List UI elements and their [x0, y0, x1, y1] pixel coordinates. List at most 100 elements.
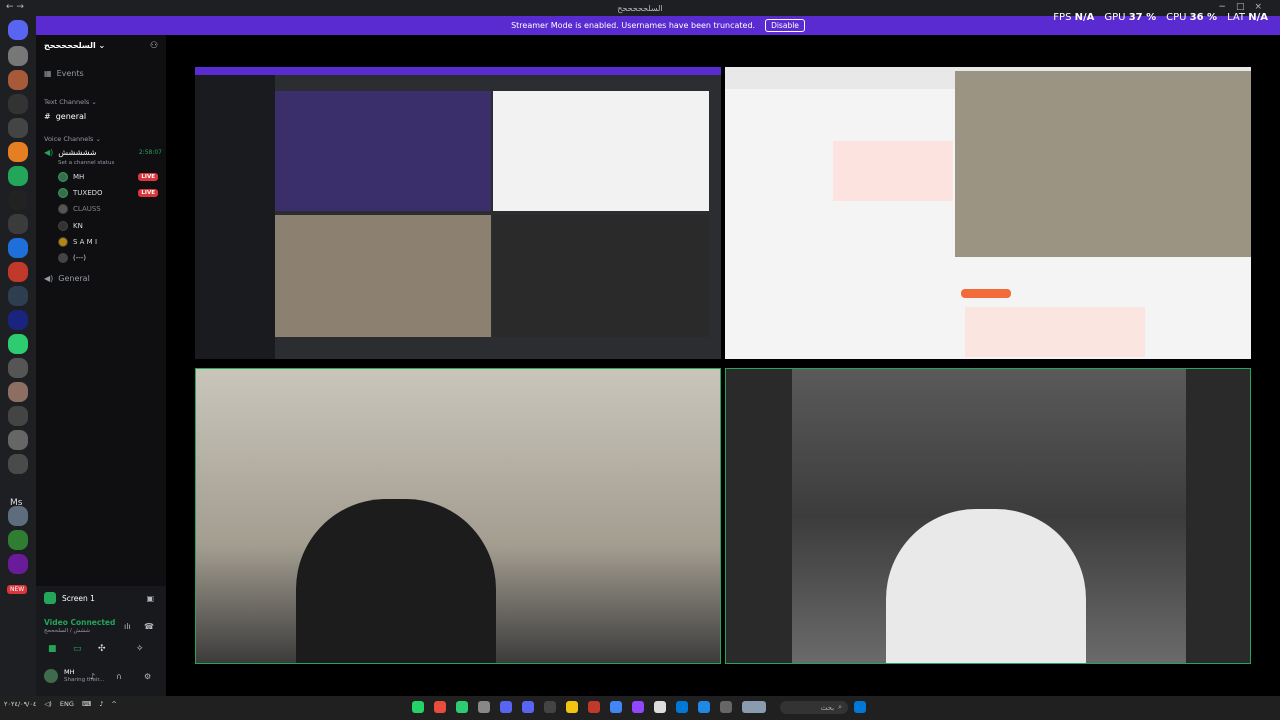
- edge-icon[interactable]: [676, 701, 688, 713]
- server-icon[interactable]: [8, 506, 28, 526]
- disable-button[interactable]: Disable: [765, 19, 805, 32]
- app-icon[interactable]: [720, 701, 732, 713]
- app-icon[interactable]: [632, 701, 644, 713]
- voice-member[interactable]: KN: [58, 221, 158, 231]
- app-icon[interactable]: [456, 701, 468, 713]
- chevron-up-icon[interactable]: ^: [111, 700, 116, 708]
- voice-member[interactable]: CLAUSS: [58, 204, 158, 214]
- activities-icon[interactable]: ✣: [98, 644, 106, 654]
- connection-status[interactable]: Video Connected ششش / السلحححح: [44, 618, 115, 634]
- user-area[interactable]: MH Sharing their...: [44, 668, 104, 683]
- mic-tray-icon[interactable]: ♪: [99, 700, 103, 708]
- server-icon[interactable]: [8, 310, 28, 330]
- banner-message: Streamer Mode is enabled. Usernames have…: [511, 21, 756, 30]
- stream-tile-screenshare-1[interactable]: [195, 67, 721, 359]
- channel-general[interactable]: # general: [44, 112, 86, 121]
- volume-icon[interactable]: ◁): [44, 700, 52, 708]
- start-icon[interactable]: [854, 701, 866, 713]
- server-rail: Ms NEW: [0, 16, 36, 696]
- card-grid: [965, 307, 1145, 357]
- server-icon[interactable]: [8, 286, 28, 306]
- server-icon[interactable]: [8, 238, 28, 258]
- keyboard-icon[interactable]: ⌨: [82, 700, 91, 708]
- server-icon[interactable]: [8, 454, 28, 474]
- language-indicator[interactable]: ENG: [60, 700, 74, 708]
- server-icon[interactable]: [8, 70, 28, 90]
- server-icon[interactable]: [8, 190, 28, 210]
- voice-channel-active[interactable]: ◀) ششششش 2:58:07: [44, 148, 162, 157]
- discord-icon[interactable]: [522, 701, 534, 713]
- live-badge: LIVE: [138, 173, 158, 181]
- discord-home-icon[interactable]: [8, 20, 28, 40]
- avatar: [58, 221, 68, 231]
- app-icon[interactable]: [544, 701, 556, 713]
- voice-channels-category[interactable]: Voice Channels ⌄: [44, 135, 101, 143]
- user-status: Sharing their...: [64, 677, 105, 683]
- taskbar-search[interactable]: بحث ⌕: [780, 701, 848, 714]
- server-icon[interactable]: [8, 382, 28, 402]
- camera-icon[interactable]: ■: [48, 644, 57, 654]
- nested-sidebar: [195, 75, 275, 359]
- events-item[interactable]: ▦ Events: [44, 69, 84, 78]
- hash-icon: #: [44, 112, 51, 121]
- avatar: [58, 172, 68, 182]
- server-icon[interactable]: [8, 358, 28, 378]
- channel-status-hint[interactable]: Set a channel status: [58, 160, 114, 166]
- server-icon[interactable]: [8, 530, 28, 550]
- server-icon[interactable]: [8, 214, 28, 234]
- server-icon[interactable]: [8, 94, 28, 114]
- new-badge: NEW: [7, 585, 28, 594]
- text-channels-category[interactable]: Text Channels ⌄: [44, 98, 97, 106]
- lat-stat: LAT N/A: [1227, 12, 1268, 23]
- window-controls[interactable]: −□×: [1218, 2, 1272, 12]
- server-icon[interactable]: [8, 142, 28, 162]
- server-icon[interactable]: [8, 334, 28, 354]
- voice-member[interactable]: S A M I: [58, 237, 158, 247]
- stream-tile-webcam-left[interactable]: [195, 368, 721, 664]
- stream-grid: [166, 35, 1280, 696]
- app-icon[interactable]: [698, 701, 710, 713]
- server-icon[interactable]: [8, 118, 28, 138]
- nav-arrows-icon[interactable]: ← →: [6, 2, 24, 12]
- screen-share-item[interactable]: Screen 1: [44, 592, 95, 604]
- app-icon[interactable]: [588, 701, 600, 713]
- whatsapp-icon[interactable]: [412, 701, 424, 713]
- noise-suppression-icon[interactable]: ılı: [124, 622, 131, 631]
- stream-tile-screenshare-2[interactable]: [725, 67, 1251, 359]
- voice-member[interactable]: (---): [58, 253, 158, 263]
- avatar: [58, 253, 68, 263]
- app-icon[interactable]: [434, 701, 446, 713]
- server-icon[interactable]: [8, 430, 28, 450]
- server-icon[interactable]: [8, 554, 28, 574]
- voice-member[interactable]: MH LIVE: [58, 172, 158, 182]
- taskbar-date: ٢٠٢٤/٠٩/٠٤: [4, 700, 37, 708]
- app-icon[interactable]: [654, 701, 666, 713]
- server-icon[interactable]: [8, 262, 28, 282]
- popout-icon[interactable]: ▣: [146, 594, 154, 603]
- discord-icon[interactable]: [500, 701, 512, 713]
- screen-share-icon[interactable]: ▭: [73, 644, 82, 654]
- guild-name[interactable]: السلحححححح ⌄: [44, 41, 105, 50]
- speaker-icon: ◀): [44, 148, 54, 157]
- server-icon[interactable]: [8, 406, 28, 426]
- add-member-icon[interactable]: ⚇: [150, 41, 158, 51]
- voice-member[interactable]: TUXEDO LIVE: [58, 188, 158, 198]
- stream-tile-webcam-right[interactable]: [725, 368, 1251, 664]
- orange-button: [961, 289, 1011, 298]
- folder-icon[interactable]: [566, 701, 578, 713]
- disconnect-icon[interactable]: ☎: [144, 622, 154, 631]
- voice-channel-general[interactable]: ◀) General: [44, 274, 90, 283]
- widgets-icon[interactable]: [742, 701, 766, 713]
- speaker-icon: ◀): [44, 274, 54, 283]
- settings-gear-icon[interactable]: ⚙: [144, 672, 151, 681]
- mic-icon[interactable]: ♪: [90, 672, 95, 681]
- server-icon[interactable]: [8, 46, 28, 66]
- soundboard-icon[interactable]: ✧: [136, 644, 144, 654]
- server-icon[interactable]: [8, 166, 28, 186]
- app-icon[interactable]: [478, 701, 490, 713]
- person-silhouette: [296, 499, 496, 663]
- os-taskbar: ٢٠٢٤/٠٩/٠٤ ◁) ENG ⌨ ♪ ^ بحث ⌕: [0, 696, 1280, 720]
- system-tray: ٢٠٢٤/٠٩/٠٤ ◁) ENG ⌨ ♪ ^: [4, 700, 117, 708]
- headset-icon[interactable]: ∩: [116, 672, 122, 681]
- chrome-icon[interactable]: [610, 701, 622, 713]
